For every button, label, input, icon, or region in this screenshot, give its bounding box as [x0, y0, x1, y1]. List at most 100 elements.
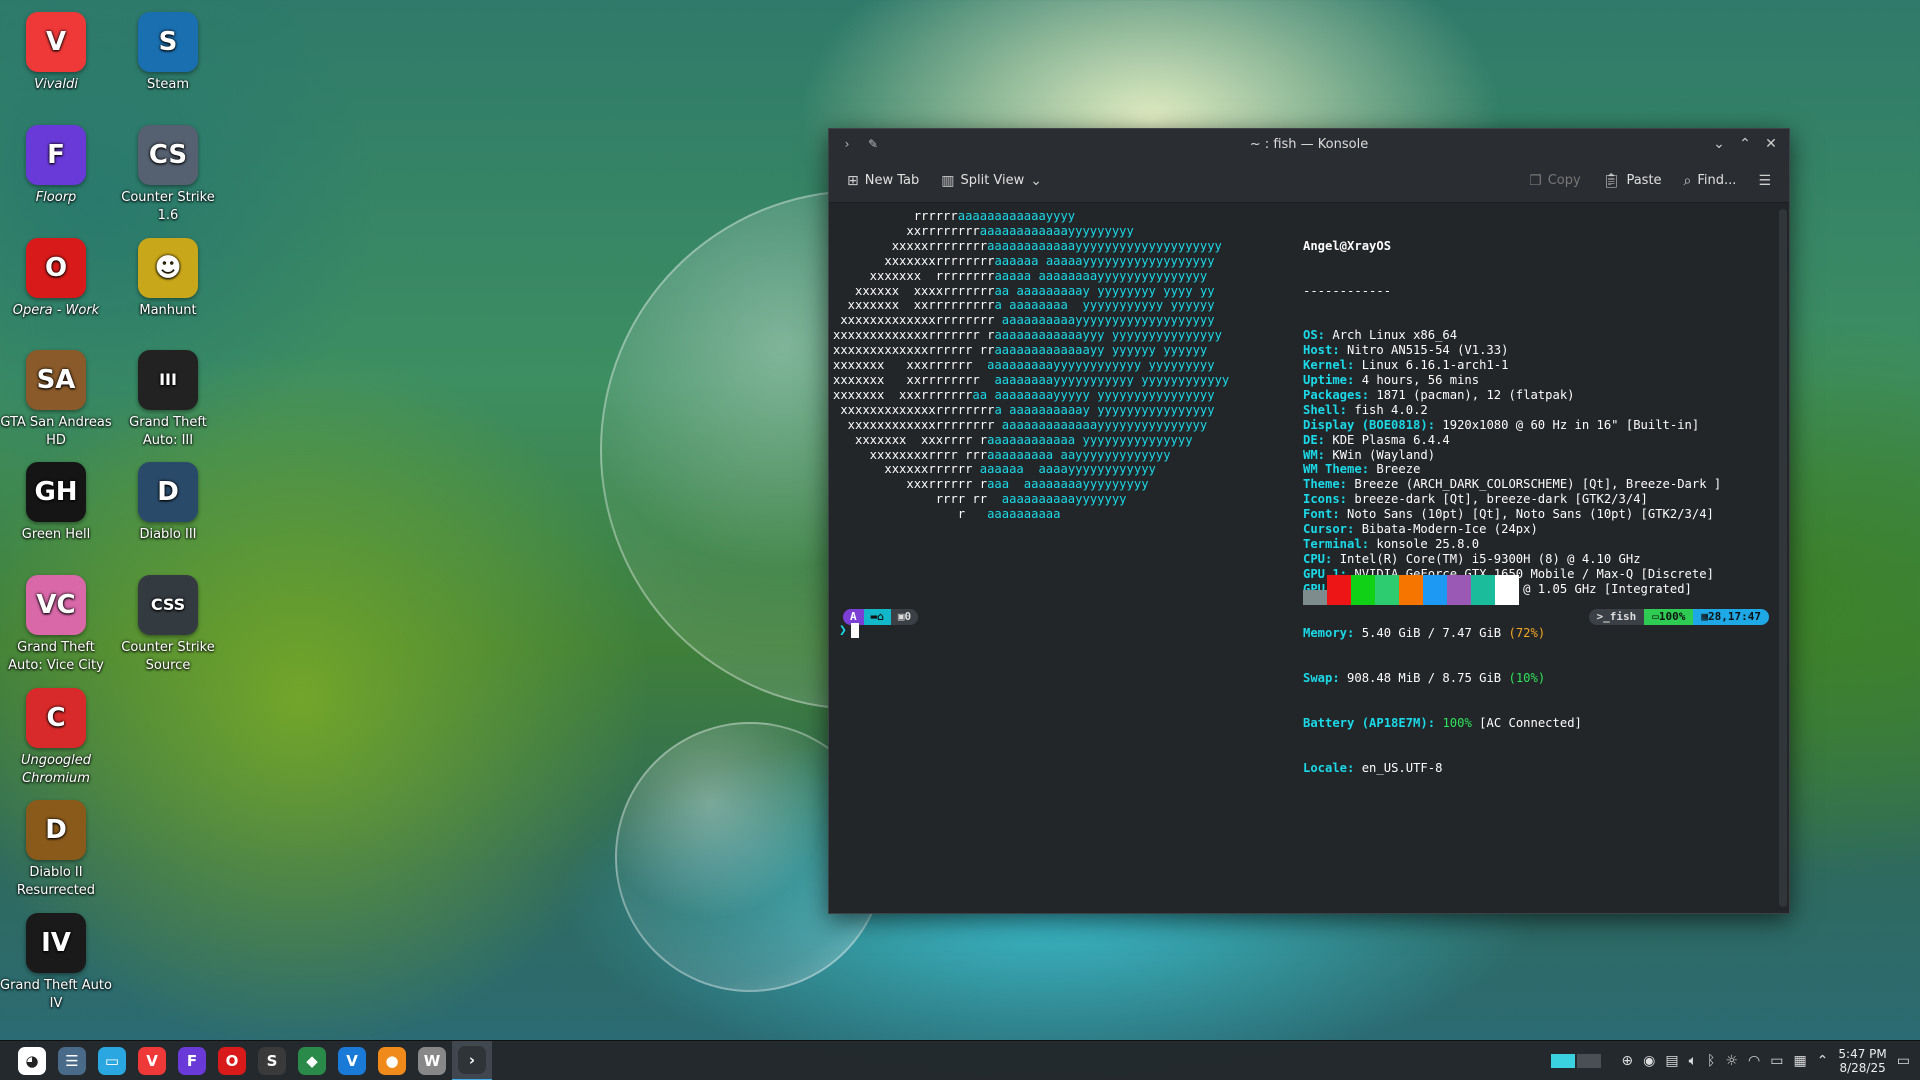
pin-icon[interactable]: ✎	[865, 137, 881, 151]
text-cursor	[850, 623, 859, 638]
desktop-icon[interactable]: CS Counter Strike 1.6	[112, 115, 224, 225]
command-line[interactable]: ❯	[839, 623, 859, 639]
desktop-icon[interactable]: D Diablo III	[112, 452, 224, 544]
volume-icon[interactable]: 🔈︎	[1689, 1053, 1697, 1069]
split-view-icon: ▥	[941, 172, 955, 189]
taskbar-app-files[interactable]: ▭	[92, 1041, 132, 1080]
info-line: WM Theme: Breeze	[1303, 462, 1421, 477]
logo-line: xxxxxx xxxxrrrrrrraa aaaaaaaaay yyyyyyyy…	[833, 283, 1215, 298]
prompt-arrow-icon: ❯	[839, 623, 847, 638]
app-icon: V	[26, 12, 86, 72]
desktop-icon[interactable]: VC Grand Theft Auto: Vice City	[0, 565, 112, 675]
info-line: Kernel: Linux 6.16.1-arch1-1	[1303, 358, 1509, 373]
directory-segment: ▬ ⌂	[863, 609, 891, 625]
clock[interactable]: 5:47 PM 8/28/25	[1838, 1047, 1886, 1075]
palette-swatch	[1303, 590, 1327, 605]
logo-line: xxxxxxrrrrrr aaaaaa aaaayyyyyyyyyyyy	[833, 462, 1156, 477]
info-line: OS: Arch Linux x86_64	[1303, 328, 1458, 343]
maximize-icon[interactable]: ⌃	[1737, 136, 1753, 152]
chevron-up-icon[interactable]: ⌃	[1817, 1053, 1829, 1069]
taskbar-app-sublime[interactable]: S	[252, 1041, 292, 1080]
app-icon: SA	[26, 350, 86, 410]
virtual-desktop-pager[interactable]	[1551, 1053, 1602, 1068]
terminal-view[interactable]: rrrrrraaaaaaaaaaaayyyy xxrrrrrrrraaaaaaa…	[829, 203, 1775, 913]
title-bar[interactable]: › ✎ ~ : fish — Konsole ⌄ ⌃ ✕	[829, 129, 1789, 159]
logo-line: xxxxxxx xxxrrrrrr aaaaaaaaayyyyyyyyyyyy …	[833, 358, 1215, 373]
desktop-icon[interactable]: III Grand Theft Auto: III	[112, 340, 224, 450]
browser-icon: ●	[378, 1046, 406, 1075]
taskbar-app-opera[interactable]: O	[212, 1041, 252, 1080]
app-icon: S	[138, 12, 198, 72]
find-button[interactable]: ⌕ Find...	[1676, 169, 1745, 193]
wifi-icon[interactable]: ◠	[1748, 1053, 1760, 1069]
desktop-icon[interactable]: D Diablo II Resurrected	[0, 790, 112, 900]
time-segment: ▦ 28,17:47	[1693, 609, 1769, 625]
taskbar-app-vivaldi[interactable]: V	[132, 1041, 172, 1080]
minimize-icon[interactable]: ⌄	[1711, 136, 1727, 152]
app-icon: CSS	[138, 575, 198, 635]
taskbar-app-settings[interactable]: ☰	[52, 1041, 92, 1080]
desktop-icon[interactable]: O Opera - Work	[0, 228, 112, 320]
palette-swatch	[1327, 575, 1351, 605]
hamburger-menu-icon: ☰	[1758, 172, 1771, 189]
palette-swatch	[1375, 575, 1399, 605]
desktop-icon[interactable]: GH Green Hell	[0, 452, 112, 544]
app-icon: W	[418, 1046, 446, 1075]
info-line: Shell: fish 4.0.2	[1303, 402, 1428, 417]
desktop-icon[interactable]: SA GTA San Andreas HD	[0, 340, 112, 450]
color-palette	[1303, 575, 1519, 605]
window-menu-icon[interactable]: ›	[839, 137, 855, 151]
floorp-icon: F	[178, 1046, 206, 1075]
desktop-1[interactable]	[1551, 1053, 1576, 1068]
desktop-icon[interactable]: S Steam	[112, 2, 224, 94]
logo-line: xxxxxxx rrrrrrrraaaaa aaaaaaaayyyyyyyyyy…	[833, 268, 1208, 283]
taskbar: ◕ ☰ ▭ V F O S ◆ V ● W › ⊕ ◉ ▤ 🔈︎ ᛒ ☼ ◠ ▭ ▦ ⌃ 5:47 P…	[0, 1040, 1920, 1080]
palette-swatch	[1471, 575, 1495, 605]
konsole-window[interactable]: › ✎ ~ : fish — Konsole ⌄ ⌃ ✕ ⊞ New Tab ▥…	[828, 128, 1790, 914]
brightness-icon[interactable]: ☼	[1725, 1053, 1738, 1069]
clipboard-icon[interactable]: ▤	[1665, 1053, 1678, 1069]
konsole-icon: ›	[458, 1045, 486, 1074]
desktop-icon-label: Green Hell	[21, 527, 91, 542]
desktop-icon-label: Grand Theft Auto: Vice City	[8, 640, 104, 673]
app-icon: CS	[138, 125, 198, 185]
desktop-icon[interactable]: C Ungoogled Chromium	[0, 678, 112, 788]
taskbar-app-picker[interactable]: ◆	[292, 1041, 332, 1080]
logo-line: xxxxxxxxxxxxxrrrrrrr raaaaaaaaaaaayyy yy…	[833, 328, 1222, 343]
info-line-battery: Battery (AP18E7M): 100% [AC Connected]	[1303, 715, 1582, 730]
desktop-icon[interactable]: ☻ Manhunt	[112, 228, 224, 320]
desktop-icon[interactable]: IV Grand Theft Auto IV	[0, 903, 112, 1013]
split-view-button[interactable]: ▥ Split View ⌄	[933, 169, 1050, 193]
bluetooth-icon[interactable]: ᛒ	[1707, 1053, 1715, 1069]
info-line: WM: KWin (Wayland)	[1303, 447, 1436, 462]
logo-line: rrrr rr aaaaaaaaaayyyyyyy	[833, 492, 1127, 507]
taskbar-app-app[interactable]: W	[412, 1041, 452, 1080]
copy-button[interactable]: ❐ Copy	[1521, 169, 1589, 193]
taskbar-app-konsole[interactable]: ›	[452, 1040, 492, 1080]
cpu-icon[interactable]: ▦	[1793, 1053, 1806, 1069]
taskbar-app-launcher[interactable]: ◕	[12, 1041, 52, 1080]
desktop-icon[interactable]: CSS Counter Strike Source	[112, 565, 224, 675]
calendar-icon: ▦	[1701, 609, 1709, 623]
desktop-icon[interactable]: V Vivaldi	[0, 2, 112, 94]
logo-line: xxxxxxx xxxrrrr raaaaaaaaaaaa yyyyyyyyyy…	[833, 432, 1193, 447]
info-line-locale: Locale: en_US.UTF-8	[1303, 760, 1443, 775]
desktop-2[interactable]	[1577, 1053, 1602, 1068]
ascii-logo: rrrrrraaaaaaaaaaaayyyy xxrrrrrrrraaaaaaa…	[833, 209, 1229, 522]
close-icon[interactable]: ✕	[1763, 136, 1779, 152]
show-desktop-icon[interactable]: ▭	[1897, 1053, 1910, 1069]
taskbar-app-browser[interactable]: ●	[372, 1041, 412, 1080]
taskbar-app-floorp[interactable]: F	[172, 1041, 212, 1080]
desktop-icon[interactable]: F Floorp	[0, 115, 112, 207]
app-icon: C	[26, 688, 86, 748]
battery-tray-icon[interactable]: ▭	[1770, 1053, 1783, 1069]
settings-icon: ☰	[58, 1046, 86, 1075]
taskbar-app-vscode[interactable]: V	[332, 1041, 372, 1080]
scrollbar[interactable]	[1779, 209, 1787, 907]
hamburger-menu-button[interactable]: ☰	[1750, 169, 1779, 193]
palette-swatch	[1399, 575, 1423, 605]
vpn-icon[interactable]: ⊕	[1621, 1053, 1633, 1069]
steam-tray-icon[interactable]: ◉	[1643, 1053, 1655, 1069]
paste-button[interactable]: 📋︎ Paste	[1595, 169, 1670, 193]
new-tab-button[interactable]: ⊞ New Tab	[839, 169, 927, 193]
